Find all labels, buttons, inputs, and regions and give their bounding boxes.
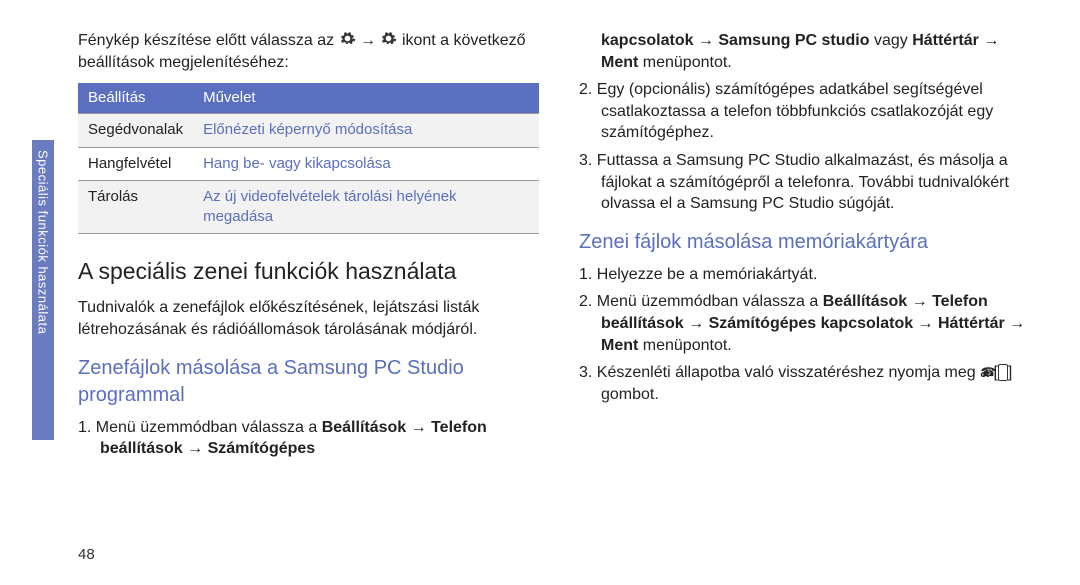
music-section-body: Tudnivalók a zenefájlok előkészítésének,… <box>78 297 539 340</box>
list-item: Készenléti állapotba való visszatéréshez… <box>579 362 1040 405</box>
copy-pcstudio-title: Zenefájlok másolása a Samsung PC Studio … <box>78 355 539 409</box>
cont-bold-1: kapcsolatok → Samsung PC studio <box>601 32 870 49</box>
cell-op: Hang be- vagy kikapcsolása <box>193 147 539 180</box>
camera-settings-table: Beállítás Művelet Segédvonalak Előnézeti… <box>78 83 539 234</box>
list-item: Menü üzemmódban válassza a Beállítások →… <box>78 417 539 460</box>
music-section-title: A speciális zenei funkciók használata <box>78 256 539 287</box>
cell-op: Az új videofelvételek tárolási helyének … <box>193 180 539 234</box>
cont-mid: vagy <box>870 32 913 49</box>
cont-end: menüpontot. <box>638 54 731 71</box>
list-item: Egy (opcionális) számítógépes adatkábel … <box>579 79 1040 144</box>
table-row: Segédvonalak Előnézeti képernyő módosítá… <box>78 114 539 147</box>
gear-icon <box>339 32 360 49</box>
copy-pcstudio-steps-right: Egy (opcionális) számítógépes adatkábel … <box>579 79 1040 215</box>
th-setting: Beállítás <box>78 83 193 114</box>
cell-op: Előnézeti képernyő módosítása <box>193 114 539 147</box>
list-item: Menü üzemmódban válassza a Beállítások →… <box>579 291 1040 356</box>
step1-continuation: kapcsolatok → Samsung PC studio vagy Hát… <box>579 30 1040 73</box>
side-tab: Speciális funkciók használata <box>32 140 54 440</box>
copy-pcstudio-steps-left: Menü üzemmódban válassza a Beállítások →… <box>78 417 539 460</box>
step-text: Menü üzemmódban válassza a <box>96 419 322 436</box>
list-item: Helyezze be a memóriakártyát. <box>579 264 1040 286</box>
copy-card-title: Zenei fájlok másolása memóriakártyára <box>579 229 1040 256</box>
th-op: Művelet <box>193 83 539 114</box>
list-item: Futtassa a Samsung PC Studio alkalmazást… <box>579 150 1040 215</box>
copy-card-steps: Helyezze be a memóriakártyát. Menü üzemm… <box>579 264 1040 406</box>
cell-setting: Hangfelvétel <box>78 147 193 180</box>
step-text: Menü üzemmódban válassza a <box>597 293 823 310</box>
cell-setting: Tárolás <box>78 180 193 234</box>
left-column: Fénykép készítése előtt válassza az → ik… <box>78 30 539 555</box>
page-number: 48 <box>78 546 95 563</box>
right-column: kapcsolatok → Samsung PC studio vagy Hát… <box>579 30 1040 555</box>
end-call-key-icon: ☎ <box>998 364 1008 381</box>
table-row: Hangfelvétel Hang be- vagy kikapcsolása <box>78 147 539 180</box>
table-row: Tárolás Az új videofelvételek tárolási h… <box>78 180 539 234</box>
intro-arrow: → <box>360 32 380 49</box>
step-text-end: menüpontot. <box>638 337 731 354</box>
camera-intro: Fénykép készítése előtt válassza az → ik… <box>78 30 539 73</box>
step-text: Készenléti állapotba való visszatéréshez… <box>597 364 998 381</box>
intro-text-pre: Fénykép készítése előtt válassza az <box>78 32 339 49</box>
cell-setting: Segédvonalak <box>78 114 193 147</box>
gear-icon <box>380 32 401 49</box>
